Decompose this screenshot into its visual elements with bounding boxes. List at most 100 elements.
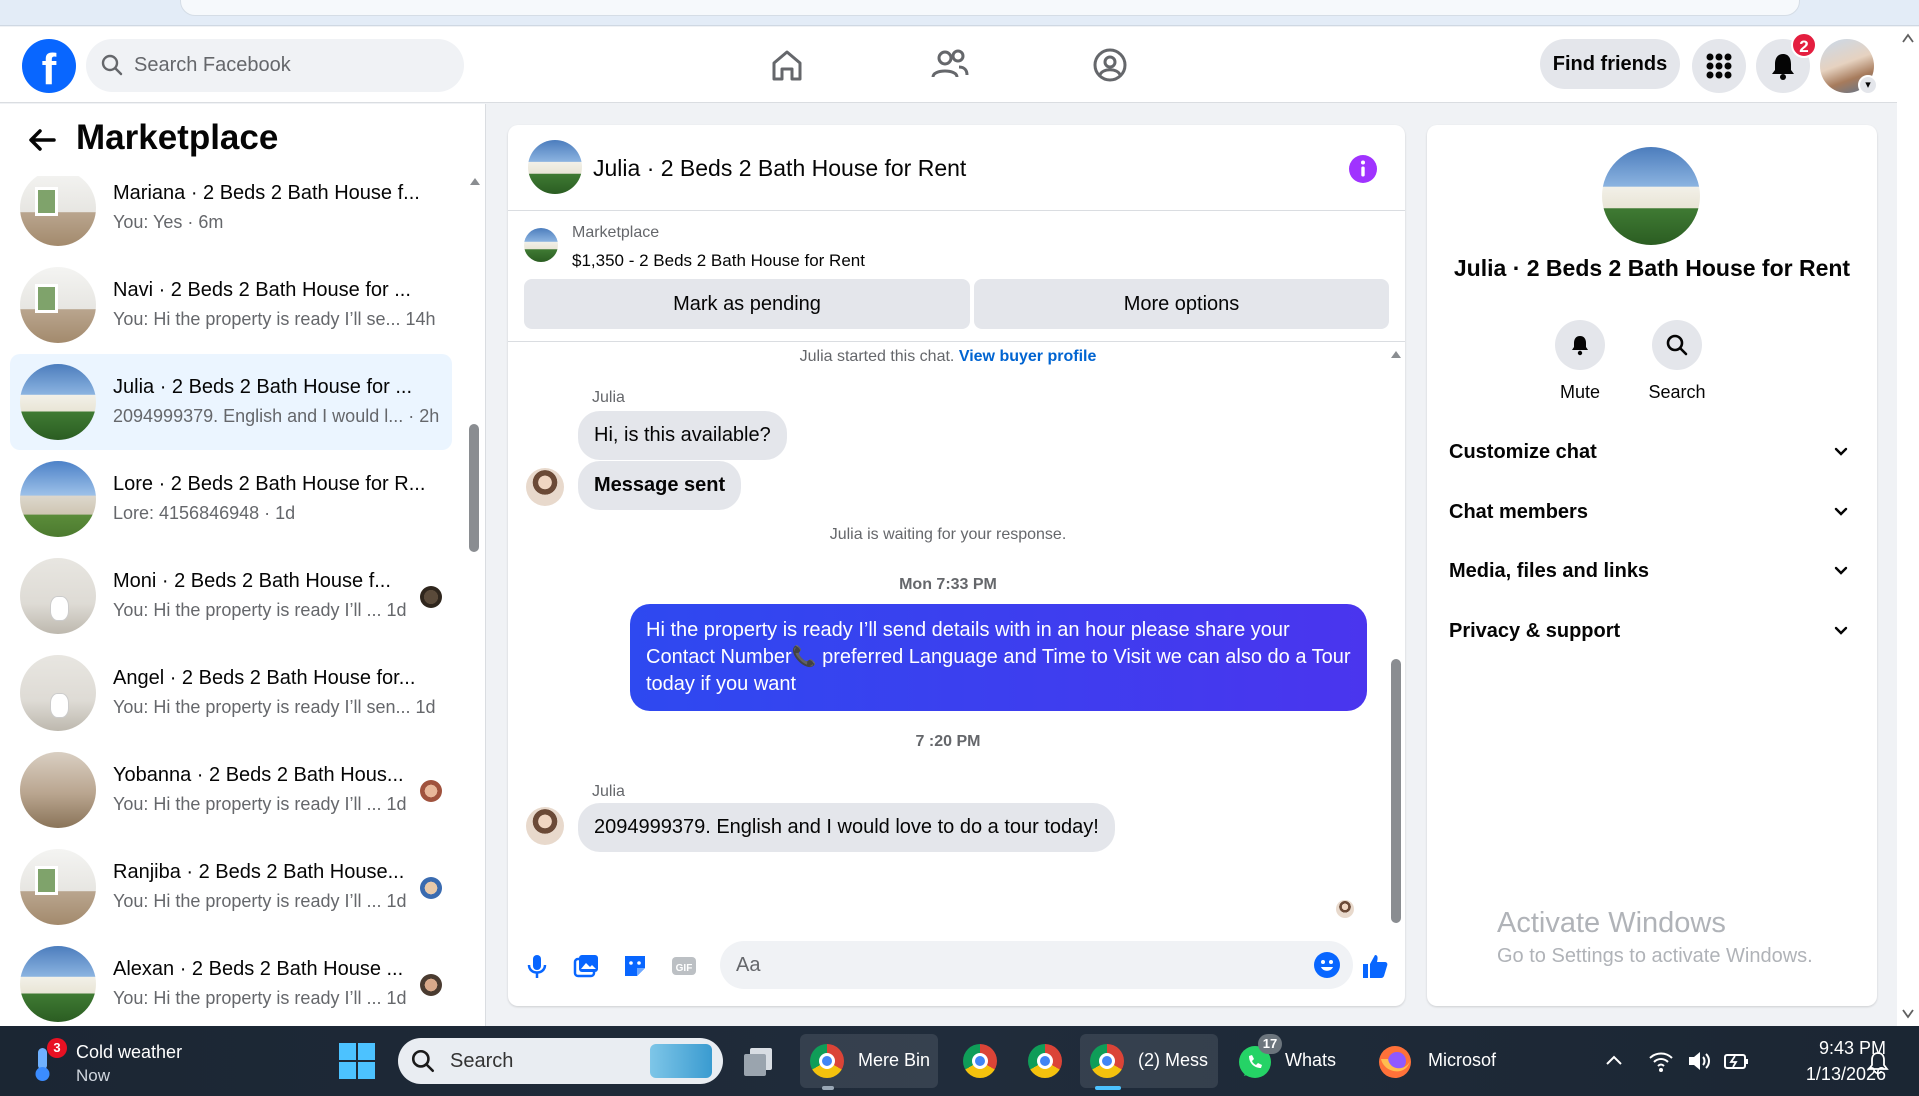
incoming-message[interactable]: Hi, is this available?	[578, 411, 787, 460]
listing-banner: Marketplace $1,350 - 2 Beds 2 Bath House…	[508, 212, 1405, 342]
conversation-item[interactable]: Lore · 2 Beds 2 Bath House for R... Lore…	[10, 451, 452, 547]
search-facebook[interactable]	[86, 39, 464, 92]
search-input[interactable]	[134, 39, 454, 92]
windows-start-icon[interactable]	[338, 1042, 376, 1080]
conversation-name: Moni · 2 Beds 2 Bath House f...	[113, 570, 391, 592]
taskbar-app-chrome-messenger[interactable]: (2) Mess	[1080, 1034, 1218, 1088]
chat-avatar[interactable]	[528, 140, 582, 194]
row-label: Media, files and links	[1449, 560, 1650, 582]
battery-icon[interactable]	[1722, 1048, 1750, 1074]
chat-scrollbar[interactable]	[1388, 347, 1404, 923]
taskbar-app-label: Mere Bin	[858, 1050, 931, 1070]
view-buyer-profile-link[interactable]: View buyer profile	[959, 348, 1097, 365]
conversation-item-active[interactable]: Julia · 2 Beds 2 Bath House for ... 2094…	[10, 354, 452, 450]
customize-chat-row[interactable]: Customize chat	[1449, 432, 1849, 472]
sidebar-scroll-thumb[interactable]	[469, 424, 479, 552]
sidebar-title: Marketplace	[76, 118, 279, 157]
media-files-links-row[interactable]: Media, files and links	[1449, 551, 1849, 591]
search-in-chat-button[interactable]: Search	[1637, 320, 1717, 403]
microphone-icon[interactable]	[522, 951, 552, 981]
conversation-item[interactable]: Angel · 2 Beds 2 Bath House for... You: …	[10, 645, 452, 741]
mark-as-pending-button[interactable]: Mark as pending	[524, 279, 970, 329]
more-options-button[interactable]: More options	[974, 279, 1389, 329]
chevron-up-icon[interactable]	[1602, 1049, 1626, 1073]
page-scrollbar[interactable]	[1897, 27, 1919, 1026]
conversation-item[interactable]: Yobanna · 2 Beds 2 Bath Hous... You: Hi …	[10, 742, 452, 838]
chat-members-row[interactable]: Chat members	[1449, 492, 1849, 532]
taskbar-app-label: (2) Mess	[1138, 1050, 1209, 1070]
scroll-up-arrow-icon[interactable]	[468, 174, 482, 188]
taskbar-app-whatsapp[interactable]: 17 Whats	[1230, 1034, 1350, 1088]
message-composer: GIF	[508, 929, 1405, 1006]
menu-button[interactable]	[1692, 39, 1746, 93]
scroll-up-arrow-icon[interactable]	[1388, 347, 1404, 361]
scroll-down-arrow-icon[interactable]	[1897, 1007, 1919, 1021]
groups-icon[interactable]	[1088, 43, 1132, 87]
back-arrow-icon[interactable]	[24, 122, 60, 158]
thumbs-up-icon[interactable]	[1359, 951, 1389, 981]
taskbar-app-chrome-1[interactable]: Mere Bin	[800, 1034, 938, 1088]
taskbar-search[interactable]: Search	[398, 1038, 723, 1084]
listing-price[interactable]: $1,350 - 2 Beds 2 Bath House for Rent	[572, 251, 865, 271]
conversation-avatar	[20, 461, 96, 537]
mute-button[interactable]: Mute	[1540, 320, 1620, 403]
weather-widget[interactable]: 3 Cold weather Now	[20, 1034, 200, 1088]
info-icon[interactable]	[1348, 154, 1378, 184]
home-icon[interactable]	[765, 43, 809, 87]
photo-icon[interactable]	[571, 951, 601, 981]
wifi-icon[interactable]	[1648, 1048, 1674, 1074]
emoji-icon[interactable]	[1313, 951, 1341, 979]
taskbar-app-firefox[interactable]: Microsof	[1370, 1034, 1510, 1088]
conversation-preview: You: Hi the property is ready I’ll ... 1…	[113, 988, 407, 1008]
incoming-message[interactable]: 2094999379. English and I would love to …	[578, 803, 1115, 852]
conversation-avatar	[20, 946, 96, 1022]
bell-icon	[1572, 336, 1588, 356]
conversation-item[interactable]: Navi · 2 Beds 2 Bath House for ... You: …	[10, 257, 452, 353]
details-avatar[interactable]	[1602, 147, 1700, 245]
message-input-box[interactable]	[720, 941, 1353, 989]
sticker-icon[interactable]	[620, 951, 650, 981]
conversation-preview: 2094999379. English and I would l... · 2…	[113, 406, 440, 426]
search-icon	[1666, 334, 1688, 356]
privacy-support-row[interactable]: Privacy & support	[1449, 611, 1849, 651]
activate-windows-title: Activate Windows	[1497, 907, 1726, 939]
facebook-logo[interactable]: f	[22, 39, 76, 93]
sidebar-scrollbar[interactable]	[468, 174, 482, 1026]
volume-icon[interactable]	[1686, 1048, 1712, 1074]
sender-avatar[interactable]	[526, 807, 564, 845]
taskbar-app-label: Whats	[1285, 1050, 1337, 1070]
chrome-icon	[963, 1044, 997, 1078]
task-view-button[interactable]	[740, 1042, 780, 1080]
friends-icon[interactable]	[927, 43, 971, 87]
scroll-up-arrow-icon[interactable]	[1897, 31, 1919, 45]
conversation-item[interactable]: Alexan · 2 Beds 2 Bath House ... You: Hi…	[10, 936, 452, 1026]
conversation-avatar	[20, 364, 96, 440]
conversation-item[interactable]: Ranjiba · 2 Beds 2 Bath House... You: Hi…	[10, 839, 452, 935]
chat-title[interactable]: Julia · 2 Beds 2 Bath House for Rent	[593, 155, 966, 182]
chevron-down-icon	[1834, 626, 1848, 635]
row-label: Privacy & support	[1449, 620, 1621, 642]
incoming-message[interactable]: Message sent	[578, 461, 742, 510]
gif-icon[interactable]: GIF	[669, 951, 699, 981]
outgoing-message[interactable]: Hi the property is ready I’ll send detai…	[630, 604, 1367, 711]
listing-source: Marketplace	[572, 224, 660, 241]
find-friends-button[interactable]: Find friends	[1540, 39, 1680, 89]
chrome-icon	[810, 1044, 844, 1078]
taskbar-app-chrome-3[interactable]	[1020, 1034, 1070, 1088]
conversation-avatar	[20, 655, 96, 731]
taskbar-app-chrome-2[interactable]	[955, 1034, 1005, 1088]
notification-bell-icon[interactable]	[1866, 1050, 1890, 1076]
conversation-item[interactable]: Moni · 2 Beds 2 Bath House f... You: Hi …	[10, 548, 452, 644]
message-input[interactable]	[736, 941, 1296, 989]
sender-avatar[interactable]	[526, 468, 564, 506]
account-avatar[interactable]: ▾	[1820, 39, 1878, 95]
chat-header: Julia · 2 Beds 2 Bath House for Rent	[508, 125, 1405, 211]
conversation-name: Yobanna · 2 Beds 2 Bath Hous...	[113, 764, 404, 786]
facebook-topbar: f Find friends 2 ▾	[0, 27, 1897, 103]
listing-thumbnail[interactable]	[524, 228, 558, 262]
seen-avatar	[420, 877, 442, 899]
chat-scroll-thumb[interactable]	[1391, 659, 1401, 923]
sidebar-header: Marketplace	[0, 104, 470, 176]
weather-subtitle: Now	[76, 1066, 111, 1085]
browser-address-bar[interactable]	[180, 0, 1800, 16]
